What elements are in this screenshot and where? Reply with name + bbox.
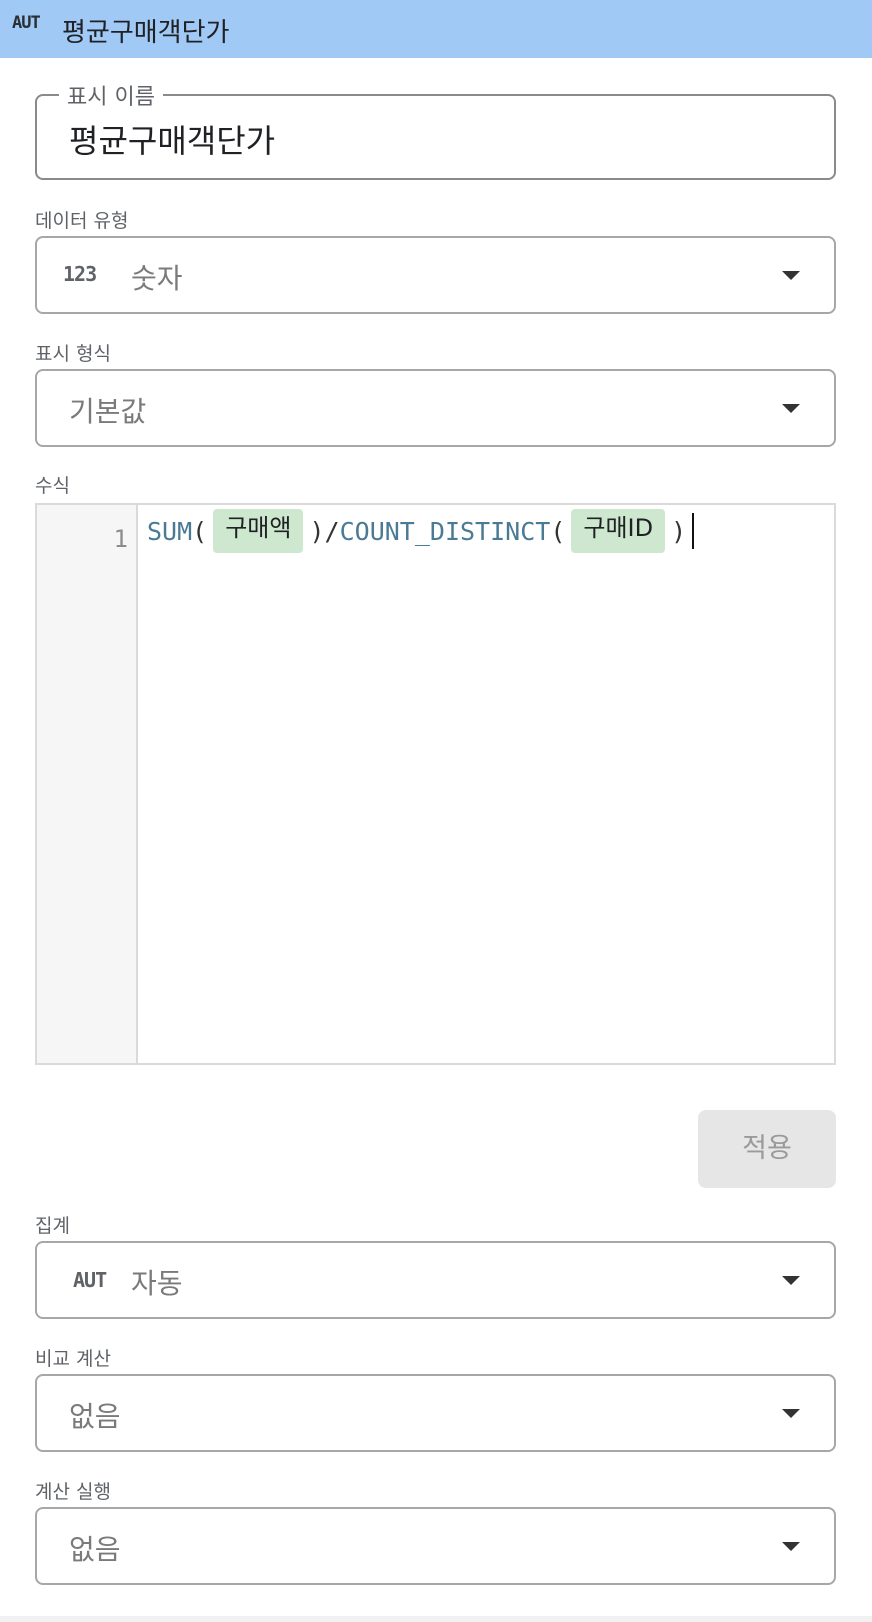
paren-close: ) xyxy=(309,516,325,546)
chevron-down-icon xyxy=(782,1542,800,1551)
running-calc-select[interactable]: 없음 xyxy=(35,1507,836,1585)
aggregation-select[interactable]: AUT 자동 xyxy=(35,1241,836,1319)
paren-open: ( xyxy=(550,516,566,546)
display-name-field[interactable]: 표시 이름 평균구매객단가 xyxy=(35,79,836,180)
formula-line[interactable]: SUM ( 구매액 ) / COUNT_DISTINCT ( 구매ID ) xyxy=(147,507,695,555)
comparison-label: 비교 계산 xyxy=(35,1348,111,1370)
comparison-select[interactable]: 없음 xyxy=(35,1374,836,1452)
apply-button[interactable]: 적용 xyxy=(698,1110,836,1188)
running-calc-label: 계산 실행 xyxy=(35,1481,111,1503)
paren-close: ) xyxy=(671,516,687,546)
data-type-value: 숫자 xyxy=(131,262,183,295)
function-token: SUM xyxy=(147,516,193,546)
aggregation-value: 자동 xyxy=(131,1267,183,1300)
paren-open: ( xyxy=(192,516,208,546)
chevron-down-icon xyxy=(782,404,800,413)
text-cursor xyxy=(692,513,695,549)
display-format-value: 기본값 xyxy=(69,395,147,428)
line-gutter: 1 xyxy=(37,505,138,1063)
formula-editor[interactable]: 1 SUM ( 구매액 ) / COUNT_DISTINCT ( 구매ID ) xyxy=(35,503,836,1065)
display-name-label: 표시 이름 xyxy=(59,79,163,111)
aggregation-label: 집계 xyxy=(35,1215,70,1237)
data-type-label: 데이터 유형 xyxy=(35,210,129,232)
display-format-label: 표시 형식 xyxy=(35,343,111,365)
function-token: COUNT_DISTINCT xyxy=(339,516,551,546)
formula-label: 수식 xyxy=(35,475,70,497)
line-number: 1 xyxy=(113,525,128,553)
field-chip[interactable]: 구매액 xyxy=(213,509,304,553)
display-format-select[interactable]: 기본값 xyxy=(35,369,836,447)
panel-header: AUT 평균구매객단가 xyxy=(0,0,872,58)
data-type-select[interactable]: 123 숫자 xyxy=(35,236,836,314)
comparison-value: 없음 xyxy=(69,1400,121,1433)
panel-title: 평균구매객단가 xyxy=(62,18,230,48)
auto-type-icon: AUT xyxy=(12,13,41,33)
auto-type-icon: AUT xyxy=(73,1268,107,1292)
display-name-input[interactable]: 평균구매객단가 xyxy=(69,116,275,162)
divide-operator: / xyxy=(324,516,340,546)
chevron-down-icon xyxy=(782,1276,800,1285)
field-editor-panel: AUT 평균구매객단가 표시 이름 평균구매객단가 데이터 유형 123 숫자 … xyxy=(0,0,872,1616)
chevron-down-icon xyxy=(782,271,800,280)
running-calc-value: 없음 xyxy=(69,1533,121,1566)
field-chip[interactable]: 구매ID xyxy=(571,509,666,553)
number-type-icon: 123 xyxy=(63,262,97,286)
chevron-down-icon xyxy=(782,1409,800,1418)
